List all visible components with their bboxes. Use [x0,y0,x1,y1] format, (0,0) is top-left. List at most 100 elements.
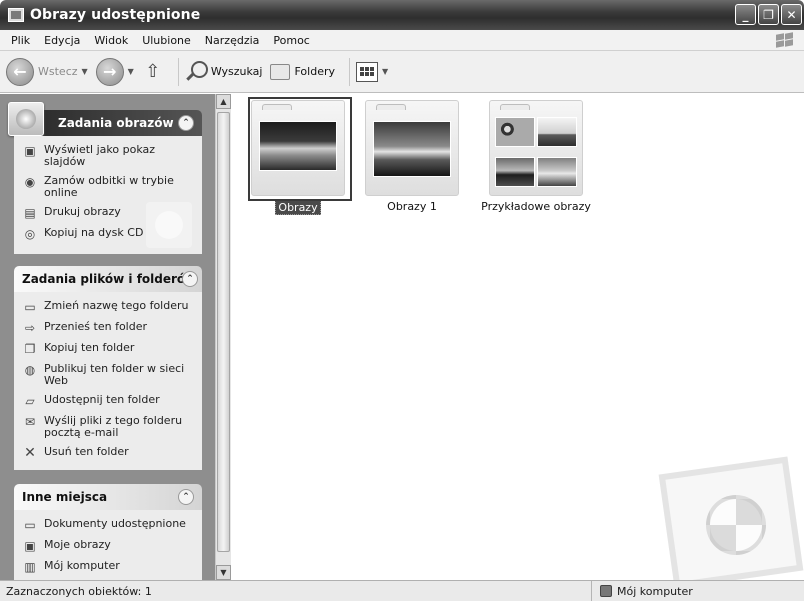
task-email-files[interactable]: ✉ Wyślij pliki z tego folderu pocztą e-ma… [22,415,194,439]
file-tasks-panel: Zadania plików i folderów ⌃ ▭ Zmień nazwę… [14,266,202,470]
place-my-computer[interactable]: ▥ Mój komputer [22,560,194,574]
task-move-folder[interactable]: ⇨ Przenieś ten folder [22,321,194,335]
folder-tab [500,104,530,110]
task-slideshow[interactable]: ▣ Wyświetl jako pokaz slajdów [22,144,194,168]
folder-label: Przykładowe obrazy [481,200,591,213]
file-tasks-body: ▭ Zmień nazwę tego folderu ⇨ Przenieś ten … [14,292,202,470]
file-tasks-header[interactable]: Zadania plików i folderów ⌃ [14,266,202,292]
computer-icon [600,585,612,597]
window-controls: _ ❐ ✕ [735,4,802,25]
folder-up-icon: ⇧ [145,61,161,82]
picture-tasks-icon [8,102,44,136]
title-bar[interactable]: Obrazy udostępnione _ ❐ ✕ [0,0,804,30]
window-title: Obrazy udostępnione [30,7,201,23]
task-pane-scrollbar[interactable]: ▲ ▼ [215,94,231,580]
folder-item[interactable]: Obrazy 1 [357,100,467,213]
views-dropdown-icon[interactable]: ▼ [382,67,388,76]
search-label: Wyszukaj [210,65,263,78]
back-arrow-icon: ← [6,57,34,86]
folder-item[interactable]: Obrazy [243,97,353,215]
task-label: Przenieś ten folder [44,320,148,333]
toolbar: ← Wstecz ▼ → ▼ ⇧ Wyszukaj Foldery ▼ [0,51,804,93]
folders-label: Foldery [294,65,335,78]
scroll-down-arrow-icon[interactable]: ▼ [216,565,231,580]
folder-icon: ▭ [24,518,36,532]
other-places-title: Inne miejsca [22,490,108,504]
task-label: Drukuj obrazy [44,205,121,218]
collapse-icon[interactable]: ⌃ [182,271,198,287]
close-button[interactable]: ✕ [781,4,802,25]
other-places-header[interactable]: Inne miejsca ⌃ [14,484,202,510]
picture-tasks-title: Zadania obrazów [58,116,174,130]
task-label: Zamów odbitki w trybie online [44,174,174,199]
picture-tasks-header[interactable]: Zadania obrazów ⌃ [8,102,202,136]
task-share-folder[interactable]: ▱ Udostępnij ten folder [22,394,194,408]
pictures-folder-icon: ▣ [24,539,36,553]
menu-help[interactable]: Pomoc [266,34,316,47]
maximize-button[interactable]: ❐ [758,4,779,25]
search-button[interactable]: Wyszukaj [185,60,263,83]
task-label: Udostępnij ten folder [44,393,160,406]
file-tasks-title: Zadania plików i folderów [22,272,197,286]
back-dropdown-icon[interactable]: ▼ [82,67,88,76]
scroll-thumb[interactable] [217,112,230,552]
menu-tools[interactable]: Narzędzia [198,34,267,47]
task-rename-folder[interactable]: ▭ Zmień nazwę tego folderu [22,300,194,314]
place-label: Moje obrazy [44,538,111,551]
folder-view[interactable]: Obrazy Obrazy 1 Przykładowe obrazy [231,94,804,589]
restore-icon: ❐ [763,7,774,22]
status-location: Mój komputer [592,581,693,601]
minimize-button[interactable]: _ [735,4,756,25]
place-label: Dokumenty udostępnione [44,517,186,530]
folders-button[interactable]: Foldery [270,63,335,80]
other-places-panel: Inne miejsca ⌃ ▭ Dokumenty udostępnione ▣… [14,484,202,580]
menu-favorites[interactable]: Ulubione [135,34,198,47]
up-button[interactable]: ⇧ [142,60,164,84]
collapse-icon[interactable]: ⌃ [178,115,194,131]
shared-pictures-icon [8,8,24,22]
photo-flowers [495,117,535,147]
task-order-prints[interactable]: ◉ Zamów odbitki w trybie online [22,175,194,199]
task-label: Kopiuj na dysk CD [44,226,144,239]
photo-hills [537,117,577,147]
menu-edit[interactable]: Edycja [37,34,87,47]
share-icon: ▱ [25,394,35,408]
place-my-pictures[interactable]: ▣ Moje obrazy [22,539,194,553]
task-delete-folder[interactable]: ✕ Usuń ten folder [22,446,194,461]
globe-icon: ◍ [24,363,36,377]
photo-grass [259,121,337,171]
magnifier-icon [185,60,208,83]
back-label: Wstecz [38,65,78,78]
forward-dropdown-icon[interactable]: ▼ [128,67,134,76]
status-selection: Zaznaczonych obiektów: 1 [0,581,592,601]
task-label: Wyświetl jako pokaz slajdów [44,143,156,168]
slideshow-icon: ▣ [24,144,36,158]
close-icon: ✕ [786,7,797,22]
folder-item[interactable]: Przykładowe obrazy [471,100,601,213]
place-shared-documents[interactable]: ▭ Dokumenty udostępnione [22,518,194,532]
menu-file[interactable]: Plik [4,34,37,47]
task-copy-folder[interactable]: ❐ Kopiuj ten folder [22,342,194,356]
menu-view[interactable]: Widok [87,34,135,47]
views-button[interactable]: ▼ [356,61,388,82]
forward-button[interactable]: → ▼ [95,57,134,86]
photo-sunset [373,121,451,177]
back-button[interactable]: ← Wstecz ▼ [6,57,88,86]
computer-icon: ▥ [24,560,36,574]
place-label: Mój komputer [44,559,120,572]
task-publish-web[interactable]: ◍ Publikuj ten folder w sieci Web [22,363,194,387]
minimize-icon: _ [742,7,749,22]
task-pane: Zadania obrazów ⌃ ▣ Wyświetl jako pokaz s… [0,94,215,580]
folder-tab [376,104,406,110]
folder-tab [262,104,292,110]
camera-watermark-icon [146,202,192,248]
scroll-up-arrow-icon[interactable]: ▲ [216,94,231,109]
task-label: Kopiuj ten folder [44,341,135,354]
collapse-icon[interactable]: ⌃ [178,489,194,505]
task-label: Zmień nazwę tego folderu [44,299,189,312]
folder-thumbnail [248,97,352,201]
forward-arrow-icon: → [95,57,124,86]
pictures-watermark-icon [654,450,804,589]
other-places-body: ▭ Dokumenty udostępnione ▣ Moje obrazy ▥ Mó… [14,510,202,580]
toolbar-separator [177,57,179,86]
